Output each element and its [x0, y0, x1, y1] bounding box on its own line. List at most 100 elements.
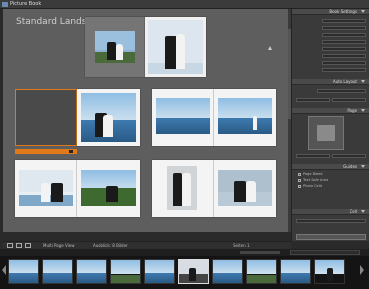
cover-photo-small[interactable] — [95, 31, 135, 63]
section-book-settings[interactable]: Book Settings — [292, 9, 369, 15]
film-thumb[interactable] — [8, 259, 39, 284]
sky — [247, 260, 276, 274]
section-label: Page — [347, 108, 357, 113]
book-canvas[interactable]: Standard Landscape — [3, 9, 288, 232]
groom — [234, 180, 247, 203]
sea — [156, 117, 210, 134]
expand-icon[interactable] — [268, 46, 272, 50]
filter-dropdown[interactable] — [290, 250, 360, 255]
setting-field[interactable] — [322, 19, 366, 23]
collapse-icon[interactable] — [361, 10, 365, 13]
sea — [213, 272, 242, 283]
checkbox[interactable] — [298, 185, 301, 188]
photo-3[interactable] — [218, 98, 272, 134]
page-selected[interactable] — [15, 89, 77, 146]
add-page-button[interactable] — [296, 154, 330, 158]
film-thumb[interactable] — [212, 259, 243, 284]
filmstrip[interactable] — [0, 256, 369, 289]
section-label: Cell — [349, 209, 357, 214]
checkbox[interactable] — [298, 173, 301, 176]
filmstrip-left-arrow[interactable] — [2, 265, 6, 275]
setting-field[interactable] — [322, 61, 366, 65]
collapse-icon[interactable] — [361, 109, 365, 112]
padding-slider[interactable] — [296, 219, 366, 223]
clear-layout-button[interactable] — [332, 98, 366, 102]
photo-6[interactable] — [167, 166, 197, 210]
film-thumb[interactable] — [76, 259, 107, 284]
auto-layout-button[interactable] — [296, 98, 330, 102]
setting-field[interactable] — [322, 68, 366, 72]
photo-4[interactable] — [19, 170, 73, 206]
page-3[interactable] — [152, 89, 214, 146]
page-4[interactable] — [214, 89, 276, 146]
bride — [40, 182, 51, 203]
collapse-icon[interactable] — [361, 165, 365, 168]
setting-field[interactable] — [322, 33, 366, 37]
cover-front[interactable] — [145, 17, 206, 77]
page-5[interactable] — [15, 160, 77, 217]
film-thumb[interactable] — [246, 259, 277, 284]
groom — [326, 268, 333, 281]
page-2[interactable] — [77, 89, 140, 146]
multi-page-view-icon[interactable] — [7, 243, 13, 248]
film-thumb[interactable] — [110, 259, 141, 284]
template-cell — [317, 125, 335, 141]
checkbox-label: Page Bleed — [303, 172, 323, 176]
film-thumb[interactable] — [314, 259, 345, 284]
cover-back[interactable] — [85, 17, 145, 77]
preset-select[interactable] — [317, 89, 366, 93]
page-7[interactable] — [152, 160, 214, 217]
title-bar: Picture Book — [0, 0, 369, 9]
checkbox[interactable] — [298, 179, 301, 182]
sea — [145, 272, 174, 283]
right-panel: Book Settings Auto Layout Page Guides Pa… — [291, 9, 369, 241]
section-page[interactable]: Page — [292, 108, 369, 114]
sea — [281, 272, 310, 283]
filmstrip-right-arrow[interactable] — [360, 265, 364, 275]
page-info: Seiten 1 — [233, 243, 250, 248]
spread-view-icon[interactable] — [16, 243, 22, 248]
page-8[interactable] — [214, 160, 276, 217]
collapse-icon[interactable] — [361, 210, 365, 213]
collapse-icon[interactable] — [361, 80, 365, 83]
window-title: Picture Book — [10, 1, 42, 7]
groom — [51, 182, 64, 203]
bride — [182, 172, 191, 206]
section-guides[interactable]: Guides — [292, 164, 369, 170]
selection-handle[interactable] — [69, 150, 73, 153]
groom — [189, 268, 196, 281]
groom — [107, 42, 116, 60]
film-thumb[interactable] — [42, 259, 73, 284]
sky — [156, 98, 210, 120]
single-page-view-icon[interactable] — [25, 243, 31, 248]
add-blank-button[interactable] — [332, 154, 366, 158]
groom — [105, 186, 118, 203]
section-auto-layout[interactable]: Auto Layout — [292, 79, 369, 85]
photo-7[interactable] — [218, 170, 272, 206]
setting-field[interactable] — [322, 26, 366, 30]
filmstrip-header — [0, 249, 369, 256]
cover-photo-main[interactable] — [148, 20, 203, 74]
page-template-preview[interactable] — [308, 116, 344, 150]
page-6[interactable] — [77, 160, 140, 217]
setting-field[interactable] — [322, 40, 366, 44]
photo-5[interactable] — [81, 170, 136, 206]
film-thumb-selected[interactable] — [178, 259, 209, 284]
bride — [246, 180, 256, 203]
photo-1[interactable] — [81, 93, 136, 142]
view-info: Ausblick: 8 Bilder — [93, 243, 128, 248]
photo-2[interactable] — [156, 98, 210, 134]
setting-field[interactable] — [322, 54, 366, 58]
export-book-button[interactable] — [296, 234, 366, 240]
app-icon — [2, 2, 8, 7]
section-cell[interactable]: Cell — [292, 209, 369, 215]
star-filter[interactable] — [240, 251, 280, 254]
sea — [77, 272, 106, 283]
film-thumb[interactable] — [144, 259, 175, 284]
selection-bar[interactable] — [15, 149, 77, 154]
checkbox-label: Photo Cells — [303, 184, 323, 188]
setting-field[interactable] — [322, 47, 366, 51]
grass — [247, 274, 276, 283]
film-thumb[interactable] — [280, 259, 311, 284]
bride — [175, 33, 186, 69]
